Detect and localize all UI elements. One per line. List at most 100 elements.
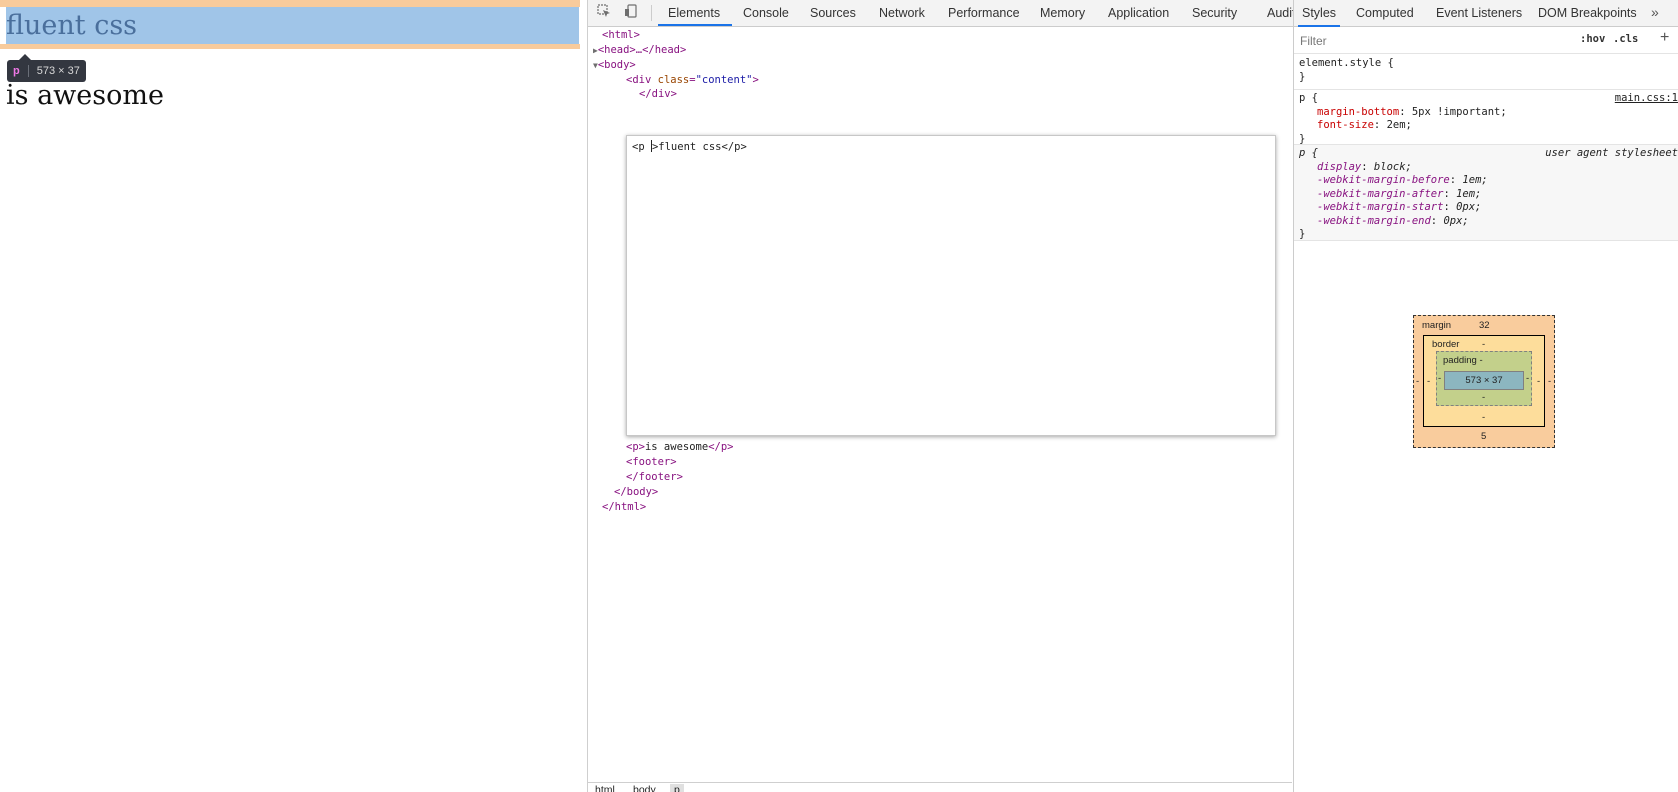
dom-div-close: </div>	[639, 88, 677, 100]
margin-label: margin	[1422, 320, 1452, 331]
dom-html-open: <html>	[602, 29, 640, 41]
html-edit-box[interactable]: <p >fluent css</p>	[626, 135, 1276, 436]
box-model-diagram: margin 32 - - 5 border - - - - padding -…	[1413, 315, 1555, 448]
margin-left-value[interactable]: -	[1416, 376, 1419, 387]
property-name: display	[1317, 160, 1362, 173]
property-value: 1em;	[1456, 187, 1482, 200]
rule-close-brace: }	[1299, 132, 1306, 145]
padding-right-value[interactable]: -	[1526, 373, 1529, 384]
element-tooltip: p 573 × 37	[7, 54, 86, 82]
inspect-element-icon[interactable]	[594, 4, 614, 22]
box-model-margin[interactable]: margin 32 - - 5 border - - - - padding -…	[1413, 315, 1555, 448]
dom-body-open: <body>	[597, 59, 636, 71]
tab-security[interactable]: Security	[1192, 0, 1237, 26]
rule-close-brace: }	[1299, 228, 1306, 240]
margin-top-value[interactable]: 32	[1479, 320, 1490, 331]
property-value: 5px !important;	[1411, 105, 1507, 118]
padding-bottom-value[interactable]: -	[1482, 392, 1485, 403]
box-model-border[interactable]: border - - - - padding - - - - 573 × 37	[1423, 335, 1545, 427]
tab-console[interactable]: Console	[743, 0, 789, 26]
tooltip-tag: p	[13, 65, 29, 77]
declaration-margin-bottom[interactable]: margin-bottom: 5px !important;	[1299, 106, 1675, 120]
declaration-margin-after: -webkit-margin-after: 1em;	[1317, 187, 1482, 200]
rule-close-brace: }	[1299, 70, 1306, 83]
dom-node-footer[interactable]: <footer>	[626, 455, 677, 469]
dom-node-body-close[interactable]: </body>	[614, 485, 658, 499]
devtools-panel: Elements Console Sources Network Perform…	[587, 0, 1678, 792]
tab-computed[interactable]: Computed	[1356, 0, 1414, 27]
tab-styles[interactable]: Styles	[1302, 0, 1336, 27]
html-edit-text[interactable]: <p >fluent css</p>	[632, 140, 747, 154]
chevron-double-right-icon[interactable]: »	[1651, 4, 1659, 20]
rule-element-style[interactable]: element.style { }	[1294, 55, 1678, 90]
margin-right-value[interactable]: -	[1548, 376, 1551, 387]
tab-performance[interactable]: Performance	[948, 0, 1020, 26]
declaration-margin-before: -webkit-margin-before: 1em;	[1317, 174, 1488, 186]
breadcrumb-body[interactable]: body	[633, 784, 656, 792]
paragraph-fluent-css[interactable]: fluent css	[6, 4, 137, 48]
breadcrumb-p[interactable]: p	[670, 784, 684, 792]
rule-user-agent[interactable]: p { user agent stylesheet display: block…	[1294, 145, 1678, 241]
dom-node-body[interactable]: ▼<body>	[593, 58, 636, 73]
property-name: -webkit-margin-before	[1317, 174, 1450, 186]
dom-footer-close: </footer>	[626, 471, 683, 483]
property-value: 1em;	[1462, 174, 1488, 186]
property-name: -webkit-margin-end	[1317, 214, 1431, 227]
dom-p-text: is awesome	[644, 441, 709, 453]
dom-node-html-close[interactable]: </html>	[602, 500, 646, 514]
filter-input[interactable]	[1298, 31, 1568, 50]
dom-node-html[interactable]: <html>	[602, 28, 640, 42]
rule-source-link[interactable]: main.css:1	[1615, 92, 1678, 106]
property-name: -webkit-margin-start	[1317, 201, 1444, 213]
dom-div-attr-value: "content"	[695, 74, 753, 86]
declaration-font-size[interactable]: font-size: 2em;	[1299, 119, 1675, 133]
breadcrumb-html[interactable]: html	[595, 784, 615, 792]
dom-div-attr: class	[657, 74, 690, 86]
rule-main-css[interactable]: p { main.css:1 margin-bottom: 5px !impor…	[1294, 90, 1678, 145]
hov-toggle[interactable]: :hov	[1580, 33, 1605, 45]
rule-source-label: user agent stylesheet	[1545, 147, 1678, 159]
dom-node-div-close[interactable]: </div>	[639, 87, 677, 101]
box-model-padding[interactable]: padding - - - - 573 × 37	[1436, 351, 1532, 406]
margin-bottom-value[interactable]: 5	[1481, 431, 1486, 442]
tooltip-size: 573 × 37	[36, 65, 80, 77]
edit-text-after: >fluent css</p>	[651, 141, 747, 153]
dom-node-head[interactable]: ▶<head>…</head>	[593, 43, 686, 58]
dom-node-p-awesome[interactable]: <p>is awesome</p>	[626, 440, 733, 454]
tab-elements[interactable]: Elements	[668, 0, 720, 26]
dom-div-tag: div	[632, 74, 652, 86]
dom-body-close: </body>	[614, 486, 659, 498]
dom-tree: <html> ▶<head>…</head> ▼<body> <div clas…	[588, 27, 1292, 787]
box-model-content[interactable]: 573 × 37	[1444, 371, 1524, 390]
page-viewport: fluent css is awesome p 573 × 37	[0, 0, 587, 792]
property-value: 0px;	[1443, 214, 1469, 227]
dom-node-div[interactable]: <div class="content">	[626, 73, 759, 87]
breadcrumb: html body p	[588, 782, 1292, 792]
toolbar-separator	[651, 5, 652, 21]
device-toolbar-icon[interactable]	[621, 4, 641, 22]
border-right-value[interactable]: -	[1537, 376, 1540, 387]
tab-memory[interactable]: Memory	[1040, 0, 1085, 26]
tab-event-listeners[interactable]: Event Listeners	[1436, 0, 1522, 27]
new-rule-button[interactable]: +	[1660, 29, 1669, 47]
border-top-value[interactable]: -	[1482, 339, 1485, 350]
tab-application[interactable]: Application	[1108, 0, 1169, 26]
dom-html-close: </html>	[602, 501, 647, 513]
cls-toggle[interactable]: .cls	[1613, 33, 1638, 45]
property-name: -webkit-margin-after	[1317, 187, 1444, 200]
styles-pane: Styles Computed Event Listeners DOM Brea…	[1293, 0, 1678, 792]
border-label: border	[1432, 339, 1460, 350]
tab-network[interactable]: Network	[879, 0, 925, 26]
dom-node-footer-close[interactable]: </footer>	[626, 470, 683, 484]
property-name: margin-bottom	[1317, 105, 1400, 118]
edit-text-before: <p	[632, 141, 651, 153]
dom-head: <head>…</head>	[597, 44, 687, 56]
dom-footer-open: <footer>	[626, 456, 677, 468]
padding-left-value[interactable]: -	[1438, 373, 1441, 384]
border-left-value[interactable]: -	[1427, 376, 1430, 387]
declaration-margin-end: -webkit-margin-end: 0px;	[1317, 214, 1469, 227]
tab-dom-breakpoints[interactable]: DOM Breakpoints	[1538, 0, 1637, 27]
filter-bar: :hov .cls +	[1294, 27, 1678, 54]
tab-sources[interactable]: Sources	[810, 0, 856, 26]
border-bottom-value[interactable]: -	[1482, 412, 1485, 423]
